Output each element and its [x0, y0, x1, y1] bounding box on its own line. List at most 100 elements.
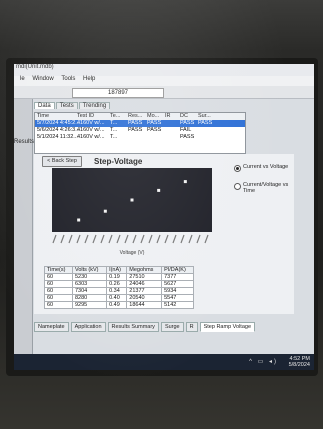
- menu-file[interactable]: le: [20, 76, 25, 82]
- tab-data[interactable]: Data: [34, 102, 55, 109]
- x-tick-mark: [196, 234, 201, 244]
- tray-icons[interactable]: ^ ▭ ◂): [249, 358, 278, 365]
- option-current-vs-voltage[interactable]: Current vs Voltage: [234, 164, 314, 182]
- x-tick-mark: [100, 234, 105, 244]
- option-current-voltage-vs-time[interactable]: Current/Voltage vs Time: [234, 182, 314, 200]
- taskbar: ^ ▭ ◂) 4:52 PM 5/8/2024: [14, 354, 314, 370]
- x-tick-mark: [52, 234, 57, 244]
- column-header: Time(s): [44, 266, 73, 274]
- cell: 4160V w/...: [77, 120, 105, 126]
- x-tick-mark: [164, 234, 169, 244]
- table-row: 60 5230 0.19 27510 7377: [44, 273, 194, 281]
- step-voltage-chart: Voltage (V): [52, 168, 212, 256]
- x-tick-mark: [132, 234, 137, 244]
- cell: 60: [44, 301, 73, 309]
- table-row[interactable]: 5/1/2024 11:32... 4160V w/... T... PASS: [35, 134, 245, 141]
- cell: PASS: [180, 134, 195, 140]
- title-bar: mdi(Unit.mdb): [14, 64, 314, 76]
- cell: PASS: [147, 127, 162, 133]
- grid-header[interactable]: Sur...: [198, 113, 211, 120]
- x-tick-mark: [156, 234, 161, 244]
- clock[interactable]: 4:52 PM 5/8/2024: [289, 356, 310, 368]
- cell: 18644: [126, 301, 163, 309]
- results-grid: Time Test ID Te... Res... Mo... IR DC Su…: [34, 112, 246, 154]
- x-tick-mark: [124, 234, 129, 244]
- menu-help[interactable]: Help: [83, 76, 95, 82]
- table-row: 60 7304 0.34 21377 5934: [44, 287, 194, 295]
- table-row[interactable]: 5/6/2024 4:26:3... 4160V w/... T... PASS…: [35, 127, 245, 134]
- menu-tools[interactable]: Tools: [61, 76, 75, 82]
- cell: 5934: [161, 287, 194, 295]
- tab-step-ramp-voltage[interactable]: Step Ramp Voltage: [199, 322, 256, 332]
- cell: 8280: [71, 294, 108, 302]
- cell: 27510: [126, 273, 163, 281]
- x-tick-mark: [140, 234, 145, 244]
- cell: 0.49: [106, 301, 128, 309]
- cell: 6303: [71, 280, 108, 288]
- grid-header[interactable]: Time: [37, 113, 49, 120]
- step-data-table: Time(s) Volts (kV) I(nA) Megohms PI/DA(K…: [44, 266, 194, 309]
- x-tick-mark: [188, 234, 193, 244]
- serial-field[interactable]: 187897: [72, 88, 164, 98]
- cell: 7304: [71, 287, 108, 295]
- data-point: [183, 180, 187, 184]
- radio-icon[interactable]: [234, 165, 241, 172]
- cell: 20540: [126, 294, 163, 302]
- cell: 5/6/2024 4:26:3...: [37, 127, 80, 133]
- cell: T...: [110, 134, 118, 140]
- toolbar: 187897: [14, 86, 314, 99]
- cell: 5627: [161, 280, 194, 288]
- x-tick-mark: [60, 234, 65, 244]
- cell: 9295: [71, 301, 108, 309]
- cell: FAIL: [180, 127, 192, 133]
- option-label: Current/Voltage vs Time: [243, 182, 289, 194]
- table-row: 60 9295 0.49 18644 5142: [44, 301, 194, 309]
- tab-application[interactable]: Application: [70, 322, 106, 332]
- data-point: [77, 218, 81, 222]
- x-axis-label: Voltage (V): [120, 250, 145, 256]
- radio-icon[interactable]: [234, 183, 241, 190]
- cell: 0.19: [106, 273, 128, 281]
- menu-bar: le Window Tools Help: [14, 76, 314, 86]
- tab-nameplate[interactable]: Nameplate: [34, 322, 69, 332]
- data-point: [130, 198, 134, 202]
- cell: PASS: [128, 127, 143, 133]
- grid-header[interactable]: Te...: [110, 113, 120, 120]
- cell: 4160V w/...: [77, 134, 105, 140]
- tab-trending[interactable]: Trending: [78, 102, 111, 109]
- clock-date: 5/8/2024: [288, 362, 310, 368]
- cell: T...: [110, 120, 118, 126]
- grid-header[interactable]: IR: [165, 113, 171, 120]
- x-tick-mark: [68, 234, 73, 244]
- x-tick-mark: [92, 234, 97, 244]
- cell: 0.40: [106, 294, 128, 302]
- cell: 60: [44, 294, 73, 302]
- column-header: I(nA): [106, 266, 128, 274]
- tab-surge[interactable]: Surge: [160, 322, 184, 332]
- cell: 21377: [126, 287, 163, 295]
- grid-header[interactable]: Test ID: [77, 113, 94, 120]
- grid-header[interactable]: Res...: [128, 113, 142, 120]
- column-header: Megohms: [126, 266, 163, 274]
- cell: 4160V w/...: [77, 127, 105, 133]
- bottom-tabs: Nameplate Application Results Summary Surge…: [34, 322, 257, 332]
- cell: 5/1/2024 11:32...: [37, 134, 78, 140]
- grid-header[interactable]: DC: [180, 113, 188, 120]
- table-row: 60 8280 0.40 20540 5547: [44, 294, 194, 302]
- menu-window[interactable]: Window: [32, 76, 53, 82]
- cell: 5547: [161, 294, 194, 302]
- cell: PASS: [180, 120, 195, 126]
- tab-results-summary[interactable]: Results Summary: [107, 322, 159, 332]
- cell: 60: [44, 273, 73, 281]
- table-row[interactable]: 5/7/2024 4:45:2... 4160V w/... T... PASS…: [35, 120, 245, 127]
- tab-r[interactable]: R: [185, 322, 198, 332]
- cell: 0.26: [106, 280, 128, 288]
- cell: T...: [110, 127, 118, 133]
- x-tick-mark: [204, 234, 209, 244]
- grid-header[interactable]: Mo...: [147, 113, 159, 120]
- tab-tests[interactable]: Tests: [55, 102, 78, 109]
- window-title: mdi(Unit.mdb): [16, 64, 54, 70]
- tab-results[interactable]: Results: [14, 139, 34, 145]
- data-point: [157, 188, 161, 192]
- chart-panel: < Back Step Step-Voltage Voltage (V) Cur…: [34, 154, 294, 314]
